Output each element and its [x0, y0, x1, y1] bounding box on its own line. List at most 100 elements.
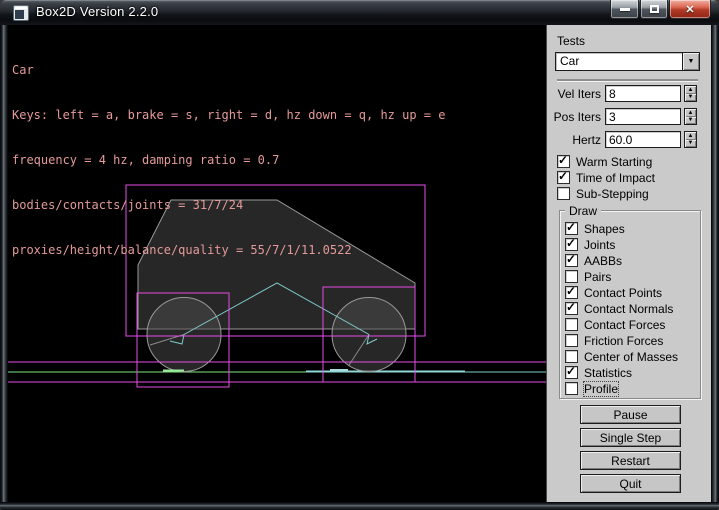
checkbox-time-of-impact[interactable]: ✓ Time of Impact: [557, 171, 655, 184]
checkbox-contact-normals[interactable]: ✓ Contact Normals: [565, 302, 673, 315]
vel-iters-label: Vel Iters: [547, 87, 605, 101]
checkbox-box[interactable]: ✓: [565, 350, 578, 363]
checkbox-warm-starting[interactable]: ✓ Warm Starting: [557, 155, 652, 168]
hertz-input[interactable]: [605, 131, 681, 148]
restart-button[interactable]: Restart: [580, 451, 681, 470]
checkbox-box[interactable]: ✓: [565, 254, 578, 267]
check-icon: ✓: [566, 236, 576, 250]
checkbox-box[interactable]: ✓: [557, 155, 570, 168]
checkbox-contact-points[interactable]: ✓ Contact Points: [565, 286, 662, 299]
checkbox-label: Pairs: [584, 270, 611, 284]
check-icon: ✓: [566, 300, 576, 314]
window-controls: ✕: [610, 0, 711, 19]
spinner-up-icon: ▲: [688, 110, 694, 116]
checkbox-label: Statistics: [584, 366, 632, 380]
control-panel: Tests Car ▼ Vel Iters ▲ ▼ Pos Iters ▲: [546, 25, 711, 502]
minimize-button[interactable]: [610, 0, 639, 19]
checkbox-box[interactable]: ✓: [557, 187, 570, 200]
hertz-spin-down-button[interactable]: ▼: [685, 140, 696, 148]
checkbox-label: Sub-Stepping: [576, 187, 649, 201]
stats-line-bodies: bodies/contacts/joints = 31/7/24: [12, 198, 445, 213]
hertz-spin-up-button[interactable]: ▲: [685, 132, 696, 140]
checkbox-box[interactable]: ✓: [565, 270, 578, 283]
close-icon: ✕: [685, 3, 694, 16]
check-icon: ✓: [558, 169, 568, 183]
separator: [557, 79, 698, 81]
checkbox-box[interactable]: ✓: [565, 334, 578, 347]
checkbox-joints[interactable]: ✓ Joints: [565, 238, 615, 251]
checkbox-center-of-masses[interactable]: ✓ Center of Masses: [565, 350, 678, 363]
hertz-row: Hertz ▲ ▼: [547, 131, 697, 148]
checkbox-label: Profile: [584, 382, 618, 396]
pos-iters-input[interactable]: [605, 108, 681, 125]
chevron-down-icon: ▼: [688, 58, 695, 65]
vel-iters-spin-down-button[interactable]: ▼: [685, 94, 696, 102]
tests-dropdown-value: Car: [560, 54, 579, 68]
checkbox-friction-forces[interactable]: ✓ Friction Forces: [565, 334, 663, 347]
spinner-up-icon: ▲: [688, 133, 694, 139]
vel-iters-spin-up-button[interactable]: ▲: [685, 86, 696, 94]
stats-line-frequency: frequency = 4 hz, damping ratio = 0.7: [12, 153, 445, 168]
checkbox-label: AABBs: [584, 254, 622, 268]
window-frame-left: [0, 25, 8, 502]
debug-stats: Car Keys: left = a, brake = s, right = d…: [12, 33, 445, 288]
window-frame-right: [711, 25, 719, 502]
vel-iters-spinner: ▲ ▼: [684, 85, 697, 102]
pos-iters-row: Pos Iters ▲ ▼: [547, 108, 697, 125]
checkbox-pairs[interactable]: ✓ Pairs: [565, 270, 611, 283]
check-icon: ✓: [566, 220, 576, 234]
checkbox-box[interactable]: ✓: [557, 171, 570, 184]
checkbox-box[interactable]: ✓: [565, 366, 578, 379]
checkbox-label: Time of Impact: [576, 171, 655, 185]
window-frame-bottom: [0, 502, 719, 510]
minimize-icon: [620, 8, 630, 11]
close-button[interactable]: ✕: [669, 0, 711, 19]
hertz-spinner: ▲ ▼: [684, 131, 697, 148]
client-area: Car Keys: left = a, brake = s, right = d…: [8, 25, 711, 502]
draw-groupbox: Draw ✓ Shapes ✓ Joints ✓ AABBs ✓ Pairs: [559, 210, 701, 399]
checkbox-label: Contact Points: [584, 286, 662, 300]
app-window: Box2D Version 2.2.0 ✕ Car Keys: left = a…: [0, 0, 719, 510]
tests-dropdown[interactable]: Car ▼: [555, 52, 700, 71]
quit-button[interactable]: Quit: [580, 474, 681, 493]
tests-dropdown-button[interactable]: ▼: [682, 53, 699, 70]
checkbox-box[interactable]: ✓: [565, 382, 578, 395]
window-title: Box2D Version 2.2.0: [36, 4, 158, 19]
checkbox-profile[interactable]: ✓ Profile: [565, 382, 618, 395]
app-icon[interactable]: [13, 5, 29, 21]
maximize-button[interactable]: [640, 0, 668, 19]
checkbox-label: Contact Normals: [584, 302, 673, 316]
checkbox-label: Shapes: [584, 222, 625, 236]
spinner-down-icon: ▼: [688, 117, 694, 123]
hertz-label: Hertz: [547, 133, 605, 147]
pos-iters-spin-down-button[interactable]: ▼: [685, 117, 696, 125]
checkbox-shapes[interactable]: ✓ Shapes: [565, 222, 625, 235]
checkbox-box[interactable]: ✓: [565, 318, 578, 331]
checkbox-box[interactable]: ✓: [565, 222, 578, 235]
checkbox-sub-stepping[interactable]: ✓ Sub-Stepping: [557, 187, 649, 200]
app-icon-pane: [15, 10, 24, 19]
checkbox-statistics[interactable]: ✓ Statistics: [565, 366, 632, 379]
pos-iters-spinner: ▲ ▼: [684, 108, 697, 125]
checkbox-aabbs[interactable]: ✓ AABBs: [565, 254, 622, 267]
maximize-icon: [650, 5, 659, 13]
vel-iters-row: Vel Iters ▲ ▼: [547, 85, 697, 102]
check-icon: ✓: [566, 364, 576, 378]
pause-button[interactable]: Pause: [580, 405, 681, 424]
spinner-up-icon: ▲: [688, 87, 694, 93]
app-icon-titlebar-stripe: [15, 7, 27, 9]
stats-line-proxies: proxies/height/balance/quality = 55/7/1/…: [12, 243, 445, 258]
checkbox-box[interactable]: ✓: [565, 286, 578, 299]
pos-iters-spin-up-button[interactable]: ▲: [685, 109, 696, 117]
spinner-down-icon: ▼: [688, 140, 694, 146]
physics-canvas[interactable]: Car Keys: left = a, brake = s, right = d…: [8, 25, 546, 502]
spinner-down-icon: ▼: [688, 94, 694, 100]
pos-iters-label: Pos Iters: [547, 110, 605, 124]
titlebar[interactable]: Box2D Version 2.2.0 ✕: [0, 0, 719, 25]
checkbox-box[interactable]: ✓: [565, 238, 578, 251]
checkbox-contact-forces[interactable]: ✓ Contact Forces: [565, 318, 665, 331]
checkbox-box[interactable]: ✓: [565, 302, 578, 315]
stats-line-test-name: Car: [12, 63, 445, 78]
vel-iters-input[interactable]: [605, 85, 681, 102]
single-step-button[interactable]: Single Step: [580, 428, 681, 447]
